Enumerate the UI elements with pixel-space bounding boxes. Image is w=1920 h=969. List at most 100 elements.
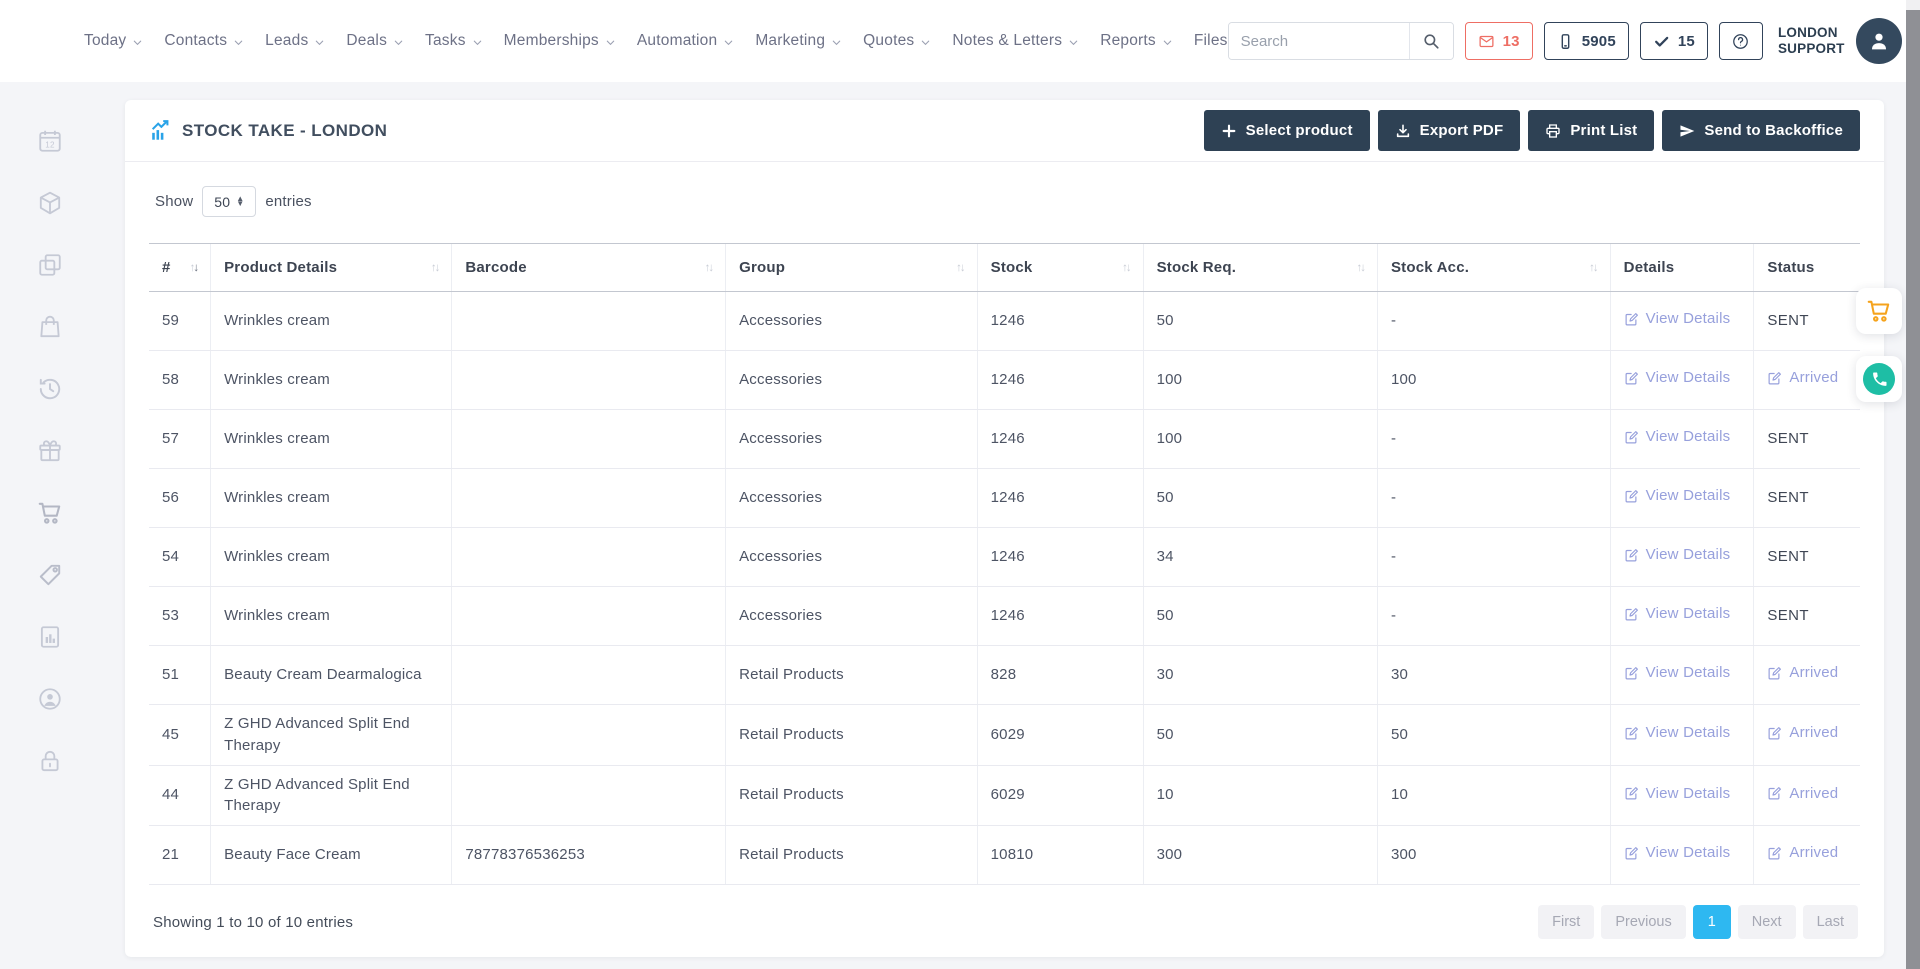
arrived-link[interactable]: Arrived <box>1767 783 1838 805</box>
view-details-link[interactable]: View Details <box>1624 544 1731 566</box>
pagination-first[interactable]: First <box>1538 905 1594 939</box>
search-input[interactable] <box>1229 23 1409 59</box>
column-header-inner: Status <box>1767 259 1847 276</box>
column-header-stock[interactable]: Stock↑↓ <box>977 244 1143 292</box>
select-product-button[interactable]: Select product <box>1204 110 1370 151</box>
nav-item-quotes[interactable]: Quotes <box>863 32 931 50</box>
send-to-backoffice-button[interactable]: Send to Backoffice <box>1662 110 1860 151</box>
cell-number: 59 <box>149 292 211 351</box>
cell-product: Beauty Face Cream <box>211 826 452 885</box>
arrived-link[interactable]: Arrived <box>1767 367 1838 389</box>
nav-item-marketing[interactable]: Marketing <box>755 32 842 50</box>
sidebar-gift-icon[interactable] <box>37 438 63 464</box>
tasks-badge[interactable]: 15 <box>1640 22 1708 60</box>
cell-barcode <box>452 528 726 587</box>
column-header-product-details[interactable]: Product Details↑↓ <box>211 244 452 292</box>
print-list-button[interactable]: Print List <box>1528 110 1654 151</box>
view-details-link[interactable]: View Details <box>1624 783 1731 805</box>
column-label: Stock <box>991 259 1033 276</box>
nav-item-automation[interactable]: Automation <box>637 32 734 50</box>
sidebar-package-icon[interactable] <box>37 190 63 216</box>
help-icon <box>1731 32 1750 51</box>
table-row-57: 57Wrinkles creamAccessories1246100-View … <box>149 410 1860 469</box>
arrived-link[interactable]: Arrived <box>1767 842 1838 864</box>
pagination-previous[interactable]: Previous <box>1601 905 1685 939</box>
sidebar-cart-icon[interactable] <box>37 500 63 526</box>
nav-item-label: Automation <box>637 32 717 50</box>
column-header-group[interactable]: Group↑↓ <box>726 244 978 292</box>
nav-item-contacts[interactable]: Contacts <box>164 32 244 50</box>
cell-barcode <box>452 469 726 528</box>
arrived-link[interactable]: Arrived <box>1767 722 1838 744</box>
cell-number: 53 <box>149 587 211 646</box>
nav-item-tasks[interactable]: Tasks <box>425 32 483 50</box>
help-button[interactable] <box>1719 22 1763 60</box>
cell-group: Retail Products <box>726 646 978 705</box>
check-icon <box>1653 33 1670 50</box>
cell-group: Retail Products <box>726 826 978 885</box>
calls-badge[interactable]: 5905 <box>1544 22 1629 60</box>
nav-item-reports[interactable]: Reports <box>1100 32 1173 50</box>
nav-item-label: Files <box>1194 32 1228 50</box>
cell-status: SENT <box>1754 410 1860 469</box>
nav-item-label: Memberships <box>504 32 599 50</box>
sidebar-calendar-icon[interactable]: 12 <box>37 128 63 154</box>
column-header-barcode[interactable]: Barcode↑↓ <box>452 244 726 292</box>
nav-item-files[interactable]: Files <box>1194 32 1228 50</box>
page-size-select[interactable]: 50 ▲▼ <box>202 186 256 217</box>
nav-item-deals[interactable]: Deals <box>346 32 404 50</box>
view-details-link[interactable]: View Details <box>1624 485 1731 507</box>
cell-details: View Details <box>1610 410 1754 469</box>
view-details-link[interactable]: View Details <box>1624 367 1731 389</box>
cell-product: Wrinkles cream <box>211 410 452 469</box>
plus-icon <box>1221 123 1237 139</box>
chevron-down-icon <box>605 37 616 48</box>
table-row-59: 59Wrinkles creamAccessories124650-View D… <box>149 292 1860 351</box>
cell-group: Retail Products <box>726 765 978 826</box>
pagination-1-active[interactable]: 1 <box>1693 905 1731 939</box>
pagination-next[interactable]: Next <box>1738 905 1796 939</box>
user-avatar[interactable] <box>1856 18 1902 64</box>
nav-item-memberships[interactable]: Memberships <box>504 32 616 50</box>
sidebar-copy-icon[interactable] <box>37 252 63 278</box>
view-details-link[interactable]: View Details <box>1624 722 1731 744</box>
nav-item-notes-letters[interactable]: Notes & Letters <box>952 32 1079 50</box>
nav-item-today[interactable]: Today <box>84 32 143 50</box>
pagination-last[interactable]: Last <box>1803 905 1858 939</box>
column-header-[interactable]: #↑↓ <box>149 244 211 292</box>
edit-icon <box>1767 786 1782 801</box>
floating-cart-button[interactable] <box>1856 288 1902 334</box>
arrived-link[interactable]: Arrived <box>1767 662 1838 684</box>
export-pdf-button[interactable]: Export PDF <box>1378 110 1521 151</box>
sidebar-report-icon[interactable] <box>37 624 63 650</box>
sidebar-account-icon[interactable] <box>37 686 63 712</box>
view-details-link[interactable]: View Details <box>1624 308 1731 330</box>
sidebar-shopping-bag-icon[interactable] <box>37 314 63 340</box>
cell-group: Accessories <box>726 292 978 351</box>
cell-stock: 828 <box>977 646 1143 705</box>
edit-icon <box>1767 846 1782 861</box>
floating-phone-button[interactable] <box>1856 356 1902 402</box>
main-nav: Today Contacts Leads Deals Tasks Memberships A… <box>84 32 1228 50</box>
column-header-stock-acc[interactable]: Stock Acc.↑↓ <box>1377 244 1610 292</box>
search-button[interactable] <box>1409 23 1453 59</box>
messages-badge[interactable]: 13 <box>1465 22 1533 60</box>
table-row-56: 56Wrinkles creamAccessories124650-View D… <box>149 469 1860 528</box>
nav-item-leads[interactable]: Leads <box>265 32 325 50</box>
cell-status: SENT <box>1754 587 1860 646</box>
sidebar-lock-icon[interactable] <box>37 748 63 774</box>
topbar: Today Contacts Leads Deals Tasks Memberships A… <box>0 0 1906 82</box>
chart-growth-icon <box>149 120 171 142</box>
column-label: Stock Req. <box>1157 259 1237 276</box>
column-header-stock-req[interactable]: Stock Req.↑↓ <box>1143 244 1377 292</box>
view-details-link[interactable]: View Details <box>1624 603 1731 625</box>
view-details-link[interactable]: View Details <box>1624 426 1731 448</box>
sidebar-price-tag-icon[interactable] <box>37 562 63 588</box>
sidebar-history-icon[interactable] <box>37 376 63 402</box>
view-details-link[interactable]: View Details <box>1624 842 1731 864</box>
cell-barcode <box>452 646 726 705</box>
tasks-count: 15 <box>1678 33 1695 50</box>
view-details-link[interactable]: View Details <box>1624 662 1731 684</box>
table-row-21: 21Beauty Face Cream78778376536253Retail … <box>149 826 1860 885</box>
scrollbar-thumb[interactable] <box>1906 10 1920 969</box>
